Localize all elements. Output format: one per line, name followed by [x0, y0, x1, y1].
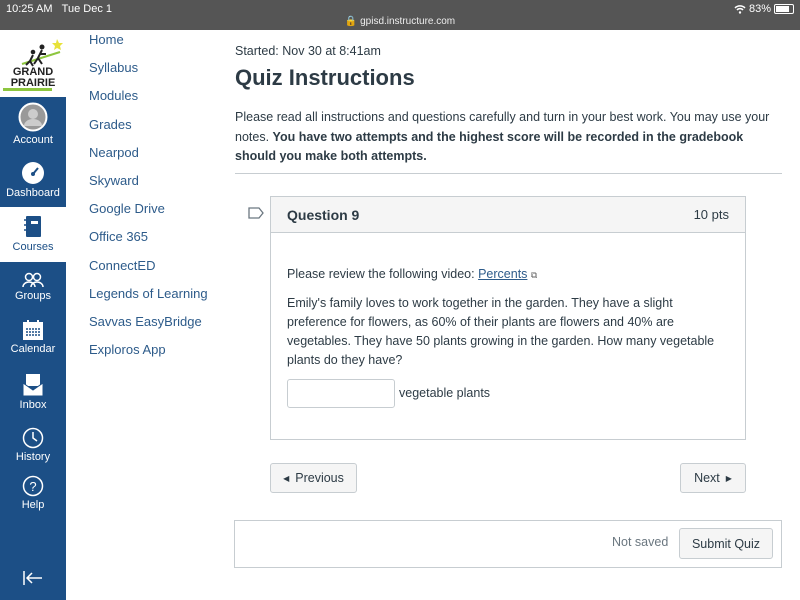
question-card: Question 9 10 pts Please review the foll…: [270, 196, 746, 440]
school-logo[interactable]: GRAND PRAIRIE: [0, 30, 66, 97]
course-nav-skyward[interactable]: Skyward: [89, 173, 208, 201]
wifi-icon: [734, 5, 746, 14]
video-prompt: Please review the following video:: [287, 267, 475, 281]
battery-status: 83%: [734, 3, 794, 15]
collapse-nav-button[interactable]: [0, 570, 66, 588]
question-title: Question 9: [287, 206, 360, 223]
dashboard-icon: [22, 162, 44, 184]
course-nav-google-drive[interactable]: Google Drive: [89, 201, 208, 229]
question-header: Question 9 10 pts: [271, 197, 745, 233]
flag-question-icon[interactable]: [248, 207, 264, 219]
groups-icon: [22, 272, 44, 288]
global-nav-account[interactable]: Account: [0, 102, 66, 146]
page-title: Quiz Instructions: [235, 65, 415, 90]
global-nav-history[interactable]: History: [0, 427, 66, 463]
global-nav-groups[interactable]: Groups: [0, 272, 66, 302]
global-nav-calendar[interactable]: Calendar: [0, 319, 66, 355]
submit-quiz-button[interactable]: Submit Quiz: [679, 528, 773, 559]
answer-unit: vegetable plants: [399, 386, 491, 400]
save-status: Not saved: [612, 535, 669, 549]
course-nav-modules[interactable]: Modules: [89, 88, 208, 116]
course-nav-connected[interactable]: ConnectED: [89, 258, 208, 286]
course-nav-legends-of-learning[interactable]: Legends of Learning: [89, 286, 208, 314]
answer-input[interactable]: [287, 379, 395, 408]
course-nav-syllabus[interactable]: Syllabus: [89, 60, 208, 88]
global-nav-dashboard[interactable]: Dashboard: [0, 161, 66, 199]
external-link-icon: ⧉: [530, 270, 538, 280]
next-button[interactable]: Next ▶: [680, 463, 746, 493]
history-icon: [22, 427, 44, 449]
question-points: 10 pts: [693, 207, 729, 222]
video-link[interactable]: Percents: [478, 267, 527, 281]
global-nav-help[interactable]: ? Help: [0, 475, 66, 511]
course-nav: Home Syllabus Modules Grades Nearpod Sky…: [89, 32, 208, 370]
help-icon: ?: [22, 475, 44, 497]
courses-icon: [24, 216, 41, 237]
course-nav-office-365[interactable]: Office 365: [89, 229, 208, 257]
previous-button[interactable]: ◀ Previous: [270, 463, 357, 493]
course-nav-home[interactable]: Home: [89, 32, 208, 60]
svg-text:PRAIRIE: PRAIRIE: [11, 77, 56, 89]
caret-left-icon: ◀: [283, 473, 290, 483]
quiz-instructions: Please read all instructions and questio…: [235, 110, 770, 163]
collapse-icon: [23, 571, 42, 585]
url-bar[interactable]: 🔒 gpisd.instructure.com: [0, 16, 800, 27]
course-nav-grades[interactable]: Grades: [89, 117, 208, 145]
divider: [235, 173, 782, 174]
course-nav-nearpod[interactable]: Nearpod: [89, 145, 208, 173]
global-nav-inbox[interactable]: Inbox: [0, 373, 66, 411]
global-nav-courses[interactable]: Courses: [0, 207, 66, 262]
course-nav-savvas[interactable]: Savvas EasyBridge: [89, 314, 208, 342]
course-nav-exploros[interactable]: Exploros App: [89, 342, 208, 370]
started-time: Started: Nov 30 at 8:41am: [235, 44, 381, 58]
status-bar: 10:25 AM Tue Dec 1 🔒 gpisd.instructure.c…: [0, 0, 800, 30]
battery-icon: [774, 4, 794, 14]
caret-right-icon: ▶: [725, 473, 732, 483]
global-nav: Account Dashboard Courses Groups Calenda…: [0, 97, 66, 600]
svg-text:?: ?: [29, 479, 36, 494]
status-time: 10:25 AM Tue Dec 1: [6, 3, 112, 15]
account-icon: [18, 102, 48, 132]
question-text: Emily's family loves to work together in…: [287, 296, 715, 367]
inbox-icon: [22, 374, 44, 397]
calendar-icon: [23, 320, 43, 340]
